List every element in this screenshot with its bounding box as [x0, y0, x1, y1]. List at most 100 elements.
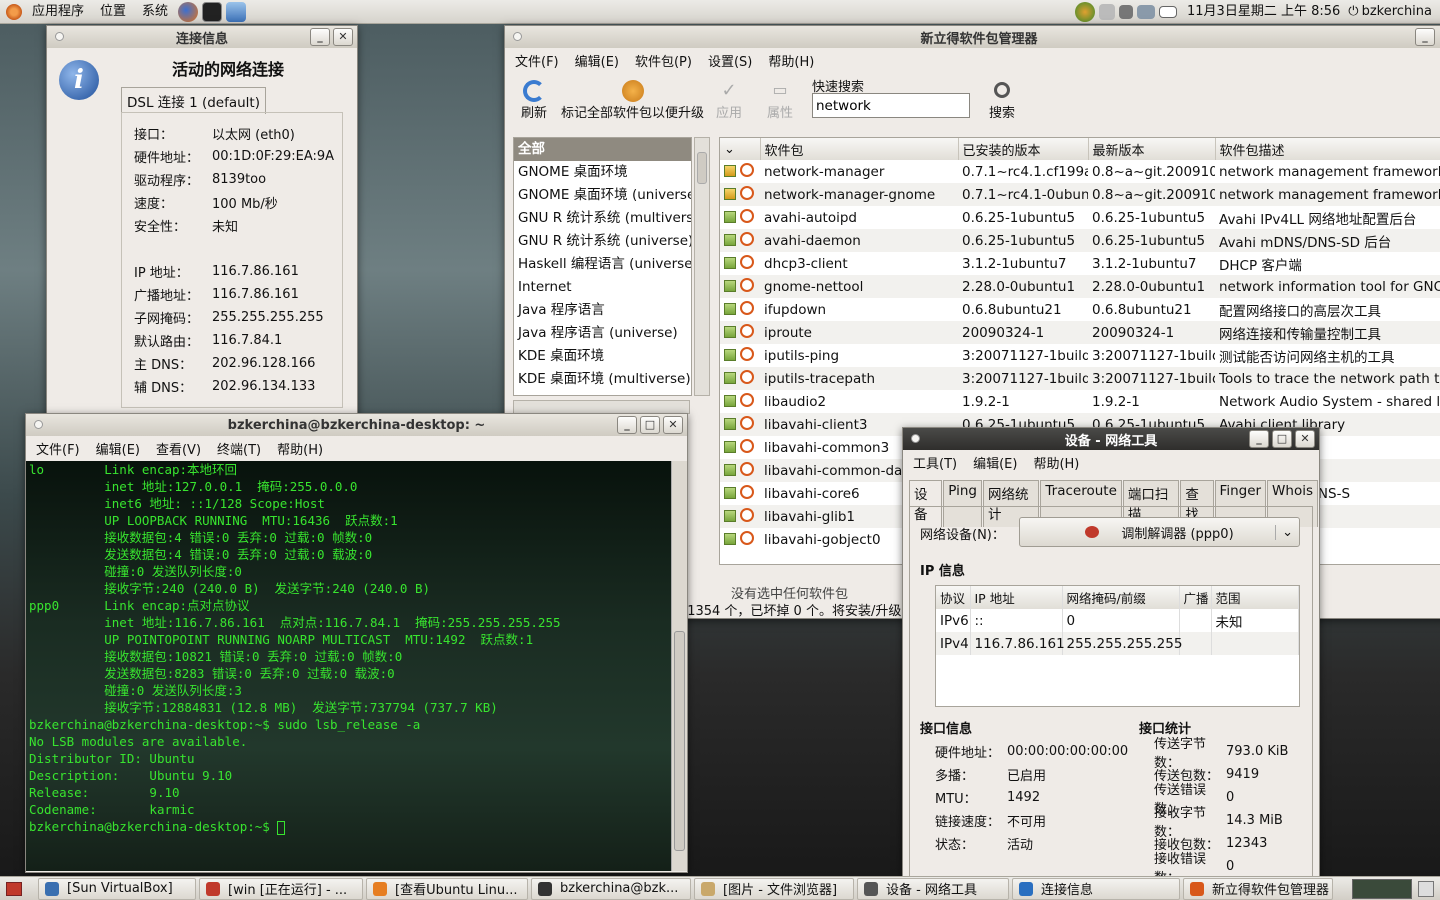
system-menu[interactable]: 系统	[134, 0, 176, 24]
menu-item[interactable]: 软件包(P)	[627, 51, 700, 70]
places-menu[interactable]: 位置	[92, 0, 134, 24]
installed-checkbox[interactable]	[724, 325, 736, 338]
category-item[interactable]: GNU R 统计系统 (universe)	[514, 230, 691, 253]
mail-icon[interactable]	[1159, 5, 1178, 18]
category-item[interactable]: Haskell 编程语言 (universe)	[514, 253, 691, 276]
user-name[interactable]: bzkerchina	[1359, 0, 1440, 24]
firefox-icon[interactable]	[178, 1, 199, 22]
mark-all-upgrades-button[interactable]: 标记全部软件包以便升级	[561, 80, 704, 121]
menu-item[interactable]: 编辑(E)	[567, 51, 627, 70]
menu-item[interactable]: 帮助(H)	[760, 51, 822, 70]
installed-checkbox[interactable]	[724, 509, 736, 522]
column-header[interactable]: 已安装的版本	[958, 138, 1089, 160]
installed-checkbox[interactable]	[724, 417, 736, 430]
refresh-button[interactable]: 刷新	[521, 80, 547, 121]
category-item[interactable]: Java 程序语言	[514, 299, 691, 322]
status-cell[interactable]	[720, 298, 760, 321]
installed-checkbox[interactable]	[724, 532, 736, 545]
status-cell[interactable]	[720, 482, 760, 505]
minimize-button[interactable]: _	[1249, 430, 1269, 448]
minimize-button[interactable]: _	[617, 416, 637, 434]
installed-checkbox[interactable]	[724, 210, 736, 223]
update-icon[interactable]	[1075, 1, 1096, 22]
titlebar[interactable]: bzkerchina@bzkerchina-desktop: ~ _ □ ✕	[26, 414, 687, 436]
ip-column-header[interactable]: 广播	[1179, 586, 1212, 609]
category-hscrollbar[interactable]	[513, 400, 690, 414]
taskbar-button[interactable]: [Sun VirtualBox]	[38, 877, 196, 900]
package-row[interactable]: avahi-autoipd 0.6.25-1ubuntu5 0.6.25-1ubun…	[720, 206, 1440, 229]
status-cell[interactable]	[720, 367, 760, 390]
network-icon[interactable]	[1099, 3, 1116, 20]
status-cell[interactable]	[720, 390, 760, 413]
window-menu-icon[interactable]	[911, 434, 920, 443]
titlebar[interactable]: 设备 - 网络工具 _ □ ✕	[903, 428, 1319, 450]
window-menu-icon[interactable]	[55, 32, 64, 41]
window-menu-icon[interactable]	[513, 32, 522, 41]
minimize-button[interactable]: _	[1415, 28, 1435, 46]
ip-column-header[interactable]: 范围	[1211, 586, 1299, 609]
volume-icon[interactable]	[1119, 4, 1134, 19]
status-cell[interactable]	[720, 229, 760, 252]
package-row[interactable]: iputils-tracepath 3:20071127-1build1 3:200…	[720, 367, 1440, 390]
ubuntu-logo-icon[interactable]	[6, 3, 22, 20]
package-row[interactable]: network-manager 0.7.1~rc4.1.cf199a 0.8~a~g…	[720, 160, 1440, 183]
workspace-switcher[interactable]	[1352, 878, 1412, 899]
device-select[interactable]: 调制解调器 (ppp0) ⌄	[1019, 517, 1300, 547]
menu-item[interactable]: 查看(V)	[148, 439, 209, 458]
minimize-button[interactable]: _	[310, 28, 330, 46]
taskbar-button[interactable]: [图片 - 文件浏览器]	[694, 877, 854, 900]
taskbar-button[interactable]: 连接信息	[1012, 877, 1180, 900]
properties-button[interactable]: ▭ 属性	[767, 80, 793, 121]
installed-checkbox[interactable]	[724, 302, 736, 315]
category-item[interactable]: GNOME 桌面环境 (universe)	[514, 184, 691, 207]
close-button[interactable]: ✕	[663, 416, 683, 434]
package-row[interactable]: avahi-daemon 0.6.25-1ubuntu5 0.6.25-1ubunt…	[720, 229, 1440, 252]
menu-item[interactable]: 文件(F)	[507, 51, 567, 70]
package-row[interactable]: network-manager-gnome 0.7.1~rc4.1-0ubunt 0…	[720, 183, 1440, 206]
installed-checkbox[interactable]	[724, 256, 736, 269]
status-cell[interactable]	[720, 321, 760, 344]
status-cell[interactable]	[720, 160, 760, 183]
status-cell[interactable]	[720, 206, 760, 229]
terminal-output[interactable]: lo Link encap:本地环回 inet 地址:127.0.0.1 掩码:…	[26, 461, 671, 871]
installed-checkbox[interactable]	[724, 440, 736, 453]
status-cell[interactable]	[720, 459, 760, 482]
status-cell[interactable]	[720, 183, 760, 206]
installed-checkbox[interactable]	[724, 187, 736, 200]
menu-item[interactable]: 文件(F)	[28, 439, 88, 458]
status-cell[interactable]	[720, 413, 760, 436]
menu-item[interactable]: 设置(S)	[700, 51, 760, 70]
search-button[interactable]: 搜索	[989, 82, 1015, 121]
category-item[interactable]: Java 程序语言 (universe)	[514, 322, 691, 345]
ip-row[interactable]: IPv4 116.7.86.161 255.255.255.255	[936, 632, 1299, 655]
taskbar-button[interactable]: [win [正在运行] - ...	[199, 877, 363, 900]
status-cell[interactable]	[720, 344, 760, 367]
ip-column-header[interactable]: 协议	[936, 586, 971, 609]
maximize-button[interactable]: □	[1272, 430, 1292, 448]
show-desktop-icon[interactable]	[6, 881, 22, 896]
package-row[interactable]: ifupdown 0.6.8ubuntu21 0.6.8ubuntu21 配置网络接口…	[720, 298, 1440, 321]
category-scrollbar[interactable]	[694, 137, 710, 396]
window-menu-icon[interactable]	[34, 420, 43, 429]
taskbar-button[interactable]: 新立得软件包管理器	[1183, 877, 1333, 900]
installed-checkbox[interactable]	[724, 348, 736, 361]
category-item[interactable]: KDE 桌面环境 (multiverse)	[514, 368, 691, 391]
status-cell[interactable]	[720, 252, 760, 275]
quick-search-input[interactable]	[812, 93, 970, 118]
installed-checkbox[interactable]	[724, 279, 736, 292]
network-manager-icon[interactable]	[1137, 4, 1156, 19]
installed-checkbox[interactable]	[724, 371, 736, 384]
applications-menu[interactable]: 应用程序	[24, 0, 92, 24]
status-cell[interactable]	[720, 275, 760, 298]
installed-checkbox[interactable]	[724, 463, 736, 476]
menu-item[interactable]: 终端(T)	[209, 439, 269, 458]
tab-dsl-connection[interactable]: DSL 连接 1 (default)	[121, 87, 266, 114]
virtualbox-icon[interactable]	[226, 1, 247, 22]
category-item[interactable]: GNOME 桌面环境	[514, 161, 691, 184]
status-cell[interactable]	[720, 436, 760, 459]
menu-item[interactable]: 编辑(E)	[88, 439, 148, 458]
close-button[interactable]: ✕	[333, 28, 353, 46]
menu-item[interactable]: 帮助(H)	[269, 439, 331, 458]
trash-icon[interactable]	[1418, 880, 1434, 897]
column-header[interactable]: 软件包	[760, 138, 959, 160]
